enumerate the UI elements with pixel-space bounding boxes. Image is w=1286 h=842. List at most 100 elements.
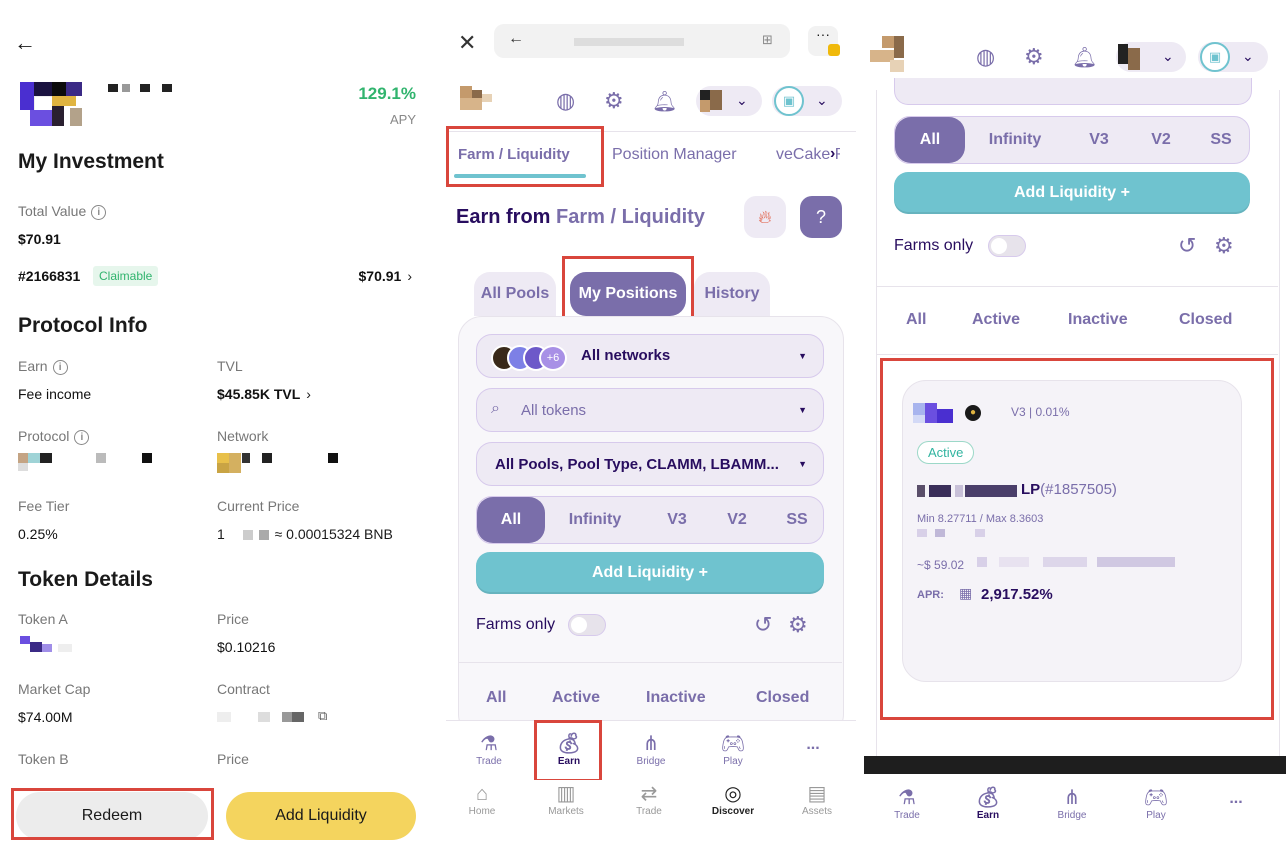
nav-play[interactable]: 🎮︎ Play (703, 732, 763, 767)
caret-down-icon: ▼ (798, 405, 807, 415)
my-investment-heading: My Investment (18, 150, 164, 173)
highlight-box (11, 788, 214, 840)
swap-icon: ⇄ (640, 783, 658, 805)
segment-v2[interactable]: V2 (1139, 117, 1183, 163)
status-tab-active[interactable]: Active (552, 689, 600, 707)
position-value-link[interactable]: $70.91 › (359, 268, 413, 286)
caret-down-icon: ▼ (798, 351, 807, 361)
bell-icon[interactable]: 🔔︎ (1072, 45, 1097, 70)
copy-icon[interactable]: ⧉ (318, 708, 327, 724)
segment-infinity[interactable]: Infinity (975, 117, 1055, 163)
translate-icon[interactable]: ⊞ (762, 32, 773, 48)
nav-earn[interactable]: 💰︎ Earn (958, 786, 1018, 821)
market-cap-label: Market Cap (18, 681, 91, 697)
farms-only-toggle[interactable] (988, 235, 1026, 257)
highlight-box (534, 720, 602, 782)
wallet-dropdown[interactable]: ▣ ⌄ (1198, 42, 1268, 72)
earn-panel: ✕ ← ⊞ ··· ◍ ⚙ 🔔︎ ⌄ ▣ ⌄ Farm / Liquidity … (446, 0, 856, 842)
wallet-dropdown[interactable]: ▣ ⌄ (772, 86, 842, 116)
subtab-all-pools[interactable]: All Pools (474, 272, 556, 316)
close-icon[interactable]: ✕ (458, 30, 476, 56)
status-tab-all[interactable]: All (906, 311, 926, 329)
add-liquidity-button[interactable]: Add Liquidity (226, 792, 416, 840)
nav-assets[interactable]: ▤ Assets (787, 782, 847, 817)
status-tab-inactive[interactable]: Inactive (1068, 311, 1128, 329)
farms-only-label: Farms only (894, 237, 974, 254)
nav-bridge[interactable]: ⋔ Bridge (621, 732, 681, 767)
nav-bridge[interactable]: ⋔ Bridge (1042, 786, 1102, 821)
chart-icon: ▥ (556, 783, 576, 805)
token-select-label: All tokens (521, 402, 587, 419)
network-select[interactable]: +6 All networks ▼ (476, 334, 824, 378)
trade-icon: ⚗ (898, 787, 916, 809)
nav-trade[interactable]: ⚗ Trade (459, 732, 519, 767)
gear-icon[interactable]: ⚙ (1024, 44, 1044, 70)
my-positions-panel: ◍ ⚙ 🔔︎ ⌄ ▣ ⌄ All Infinity V3 V2 SS Add L… (864, 0, 1286, 842)
chevron-down-icon: ⌄ (736, 92, 748, 108)
nav-trade[interactable]: ⚗ Trade (877, 786, 937, 821)
back-arrow-icon[interactable]: ← (508, 30, 524, 48)
nav-discover[interactable]: ◎ Discover (703, 782, 763, 817)
fee-tier-value: 0.25% (18, 526, 58, 542)
status-tab-inactive[interactable]: Inactive (646, 689, 706, 707)
protocol-info-heading: Protocol Info (18, 314, 148, 337)
fire-icon[interactable]: 🔥︎ (744, 196, 786, 238)
gear-icon[interactable]: ⚙ (604, 88, 624, 114)
nav-markets[interactable]: ▥ Markets (536, 782, 596, 817)
gear-icon[interactable]: ⚙ (788, 612, 808, 638)
segment-v3[interactable]: V3 (655, 497, 699, 543)
status-tab-all[interactable]: All (486, 689, 506, 707)
nav-play[interactable]: 🎮︎ Play (1126, 786, 1186, 821)
gamepad-icon: 🎮︎ (1143, 787, 1169, 809)
chevron-right-icon[interactable]: › (830, 145, 835, 163)
earn-value: Fee income (18, 386, 92, 402)
segment-ss[interactable]: SS (775, 497, 819, 543)
status-tab-active[interactable]: Active (972, 311, 1020, 329)
segment-all[interactable]: All (895, 117, 965, 163)
url-bar[interactable]: ← ⊞ (494, 24, 790, 58)
tvl-link[interactable]: $45.85K TVL › (217, 386, 311, 404)
segment-ss[interactable]: SS (1199, 117, 1243, 163)
profile-dropdown[interactable]: ⌄ (696, 86, 762, 116)
profile-dropdown[interactable]: ⌄ (1116, 42, 1186, 72)
add-liquidity-button[interactable]: Add Liquidity + (894, 172, 1250, 214)
add-liquidity-button[interactable]: Add Liquidity + (476, 552, 824, 594)
nav-more[interactable]: ... (1206, 790, 1266, 808)
bell-icon[interactable]: 🔔︎ (652, 89, 677, 114)
gear-icon[interactable]: ⚙ (1214, 233, 1234, 259)
segment-v2[interactable]: V2 (715, 497, 759, 543)
subtab-history[interactable]: History (694, 272, 770, 316)
nav-trade-app[interactable]: ⇄ Trade (619, 782, 679, 817)
status-tab-closed[interactable]: Closed (756, 689, 809, 707)
nav-more[interactable]: ... (783, 736, 843, 754)
history-icon[interactable]: ↺ (1178, 233, 1196, 259)
chevron-right-icon: › (407, 268, 412, 284)
history-icon[interactable]: ↺ (754, 612, 772, 638)
farms-only-toggle[interactable] (568, 614, 606, 636)
apy-value: 129.1% (358, 84, 416, 103)
info-icon[interactable]: i (91, 204, 107, 220)
pool-type-select[interactable]: All Pools, Pool Type, CLAMM, LBAMM... ▼ (476, 442, 824, 486)
pool-type-select-label: All Pools, Pool Type, CLAMM, LBAMM... (495, 456, 779, 473)
farms-only-label: Farms only (476, 616, 556, 633)
claimable-badge: Claimable (93, 266, 159, 286)
segment-v3[interactable]: V3 (1077, 117, 1121, 163)
info-icon[interactable]: i (74, 429, 90, 445)
back-arrow-icon[interactable]: ← (14, 30, 36, 56)
globe-icon[interactable]: ◍ (976, 44, 995, 70)
pool-type-select[interactable] (894, 78, 1252, 105)
segment-infinity[interactable]: Infinity (555, 497, 635, 543)
help-icon[interactable]: ? (800, 196, 842, 238)
highlight-box (446, 126, 604, 187)
app-badge-icon (828, 44, 840, 56)
token-a-price-label: Price (217, 611, 249, 627)
tab-position-manager[interactable]: Position Manager (612, 146, 737, 164)
info-icon[interactable]: i (52, 359, 68, 375)
segment-all[interactable]: All (477, 497, 545, 543)
status-tab-closed[interactable]: Closed (1179, 311, 1232, 329)
globe-icon[interactable]: ◍ (556, 88, 575, 114)
nav-home[interactable]: ⌂ Home (452, 782, 512, 817)
search-icon: ⌕ (491, 400, 500, 417)
token-select[interactable]: ⌕ All tokens ▼ (476, 388, 824, 432)
highlight-box (562, 256, 694, 321)
